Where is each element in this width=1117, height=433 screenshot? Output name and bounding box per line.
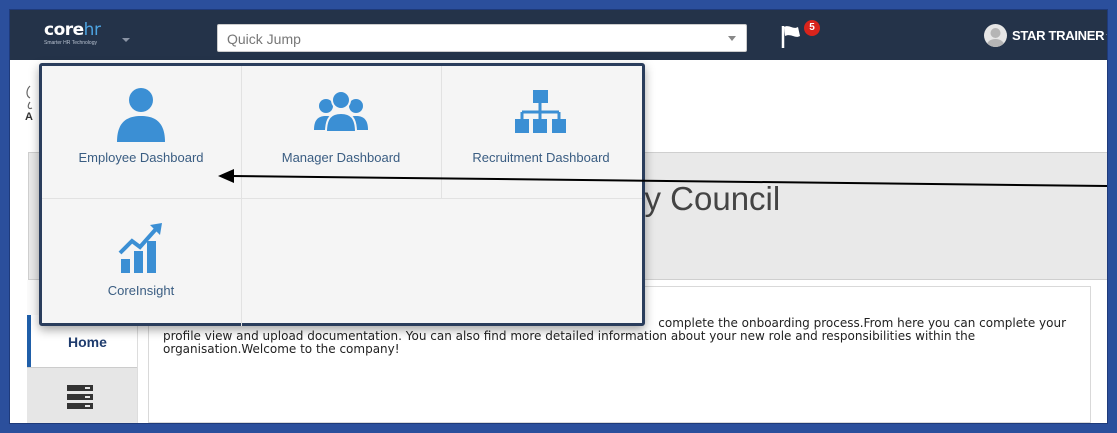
tile-label: Employee Dashboard: [78, 150, 204, 165]
organisation-title: ity Council: [628, 180, 781, 217]
app-window: corehr Smarter HR Technology Quick Jump …: [10, 10, 1107, 423]
user-name: STAR TRAINER: [1012, 28, 1105, 43]
logo-tagline: Smarter HR Technology: [44, 40, 97, 46]
sidebar-item-label: Home: [68, 334, 107, 350]
quick-jump-select[interactable]: Quick Jump: [217, 24, 747, 52]
tile-label: Recruitment Dashboard: [472, 150, 610, 165]
person-icon: [117, 88, 165, 142]
notification-badge: 5: [804, 20, 820, 36]
svg-text:A: A: [25, 111, 33, 123]
top-navigation-bar: corehr Smarter HR Technology Quick Jump …: [10, 10, 1107, 60]
manager-dashboard-tile[interactable]: Manager Dashboard: [242, 66, 440, 198]
sidebar-item-menu[interactable]: [27, 367, 137, 423]
employee-dashboard-tile[interactable]: Employee Dashboard: [42, 66, 240, 198]
org-chart-icon: [515, 90, 566, 133]
coreinsight-tile[interactable]: CoreInsight: [42, 199, 240, 331]
tile-label: Manager Dashboard: [281, 150, 401, 165]
quick-jump-placeholder: Quick Jump: [227, 31, 301, 47]
user-caret-icon: [1106, 34, 1107, 38]
avatar: [984, 24, 1007, 47]
tile-label: CoreInsight: [107, 283, 175, 298]
chevron-down-icon: [728, 36, 736, 41]
recruitment-dashboard-tile[interactable]: Recruitment Dashboard: [442, 66, 640, 198]
logo-caret-icon[interactable]: [122, 38, 130, 42]
flag-icon[interactable]: [780, 22, 806, 50]
corehr-logo[interactable]: corehr Smarter HR Technology: [44, 20, 101, 47]
group-icon: [314, 90, 368, 133]
logo-main-text: core: [44, 20, 84, 40]
dashboard-switcher-menu: Employee Dashboard Manager Dashboard Rec…: [39, 63, 645, 326]
growth-chart-icon: [118, 223, 162, 273]
server-stack-icon: [67, 385, 93, 409]
logo-accent-text: hr: [83, 20, 101, 40]
